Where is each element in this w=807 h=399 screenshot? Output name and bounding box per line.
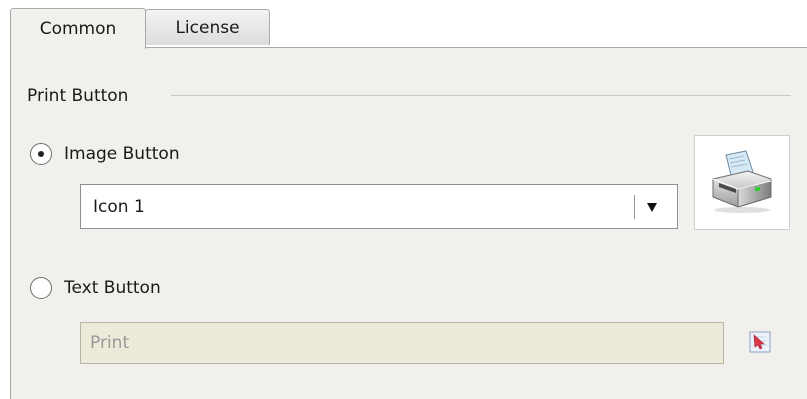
text-button-input[interactable] <box>81 323 723 363</box>
printer-icon <box>712 150 772 213</box>
text-button-label: Text Button <box>64 278 161 298</box>
color-picker-icon <box>749 331 771 353</box>
text-button-option[interactable]: Text Button <box>30 277 161 299</box>
tab-panel-common: Print Button Image Button Icon 1 Text Bu… <box>10 47 807 399</box>
icon-select[interactable]: Icon 1 <box>80 184 678 229</box>
tab-common-label: Common <box>39 19 117 39</box>
icon-select-value: Icon 1 <box>93 197 145 217</box>
color-picker-button[interactable] <box>749 331 771 353</box>
text-button-radio[interactable] <box>30 277 52 299</box>
select-divider <box>634 195 635 219</box>
tab-license-label: License <box>175 17 240 38</box>
text-button-field[interactable] <box>80 322 724 364</box>
image-button-label: Image Button <box>64 144 180 164</box>
image-button-radio[interactable] <box>30 143 52 165</box>
image-button-option[interactable]: Image Button <box>30 143 180 165</box>
icon-preview <box>694 135 790 230</box>
tab-bar: Common License <box>0 0 807 49</box>
radio-selected-dot <box>38 151 44 157</box>
tab-common[interactable]: Common <box>10 8 146 49</box>
print-button-group-title: Print Button <box>27 86 129 106</box>
tab-license[interactable]: License <box>145 9 270 45</box>
chevron-down-icon[interactable] <box>647 203 657 212</box>
group-divider <box>171 95 791 96</box>
